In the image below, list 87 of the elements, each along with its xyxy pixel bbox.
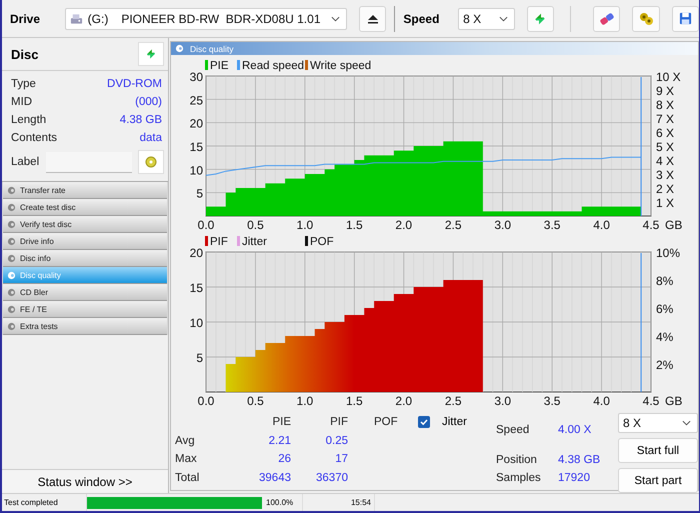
table-cell-text: 2.21	[268, 434, 292, 447]
x-axis-label: 1.0	[296, 218, 314, 231]
right-axis-label: 1 X	[656, 196, 674, 210]
x-axis-label: 2.0	[395, 218, 412, 231]
table-cell-text: 0.25	[324, 434, 349, 447]
column-header: PIE	[271, 416, 292, 428]
x-axis-label: 1.5	[346, 394, 363, 407]
right-axis-label: 2%	[656, 358, 674, 372]
field-value: data	[140, 132, 162, 144]
reading-value: 4.38 GB	[558, 454, 602, 466]
right-axis-label: 6 X	[656, 126, 674, 140]
speed-label: Speed	[403, 12, 440, 26]
reading-value: 17920	[558, 472, 591, 484]
x-axis-label: 4.5	[642, 218, 660, 231]
field-value: (000)	[135, 96, 162, 108]
jitter-label: Jitter	[442, 416, 467, 428]
x-axis-label: 0.5	[247, 218, 264, 231]
right-axis-label: 4 X	[656, 154, 674, 168]
right-axis-label: 10%	[656, 246, 680, 260]
y-axis-label: 10	[190, 316, 203, 330]
x-axis-label: 3.5	[544, 218, 560, 231]
x-axis-label: 4.0	[593, 394, 610, 407]
field-label: Type	[11, 78, 36, 90]
right-axis-label: 2 X	[656, 182, 674, 196]
x-axis-label: 0.0	[198, 218, 214, 231]
x-axis-label: 4.0	[593, 218, 610, 231]
right-axis-label: 8%	[656, 274, 674, 288]
disc-title: Disc	[11, 46, 38, 62]
legend-label: Write speed	[310, 60, 372, 72]
x-axis-label: 3.0	[494, 394, 511, 407]
legend-label: POF	[310, 236, 334, 248]
x-axis-label: 2.5	[444, 218, 462, 231]
row-label: Avg	[175, 434, 196, 447]
field-label: Label	[11, 156, 40, 168]
column-header: PIF	[329, 416, 349, 428]
field-label: Length	[11, 114, 46, 126]
field-value: 4.38 GB	[120, 114, 162, 126]
reading-label: Speed	[496, 424, 530, 436]
y-axis-label: 20	[190, 116, 203, 131]
legend-label: PIF	[210, 236, 228, 248]
x-axis-label: 2.5	[444, 394, 462, 407]
table-cell-text: 26	[277, 453, 292, 466]
legend-label: PIE	[210, 60, 229, 72]
right-axis-label: 7 X	[656, 112, 674, 126]
right-axis-label: 5 X	[656, 140, 674, 154]
y-axis-label: 5	[196, 351, 203, 365]
x-axis-label: 1.0	[296, 394, 314, 407]
x-axis-label: 3.0	[494, 218, 511, 231]
y-axis-label: 30	[190, 70, 203, 84]
y-axis-label: 10	[190, 163, 203, 178]
table-cell-text: 17	[334, 453, 349, 466]
x-axis-label: 1.5	[346, 218, 363, 231]
legend-label: Read speed	[242, 60, 304, 72]
right-axis-label: 3 X	[656, 168, 674, 182]
right-axis-label: 4%	[656, 330, 674, 344]
row-label: Max	[175, 453, 198, 466]
x-axis-unit: GB	[665, 218, 682, 231]
reading-label: Position	[496, 454, 538, 466]
x-axis-unit: GB	[665, 394, 682, 407]
x-axis-label: 2.0	[395, 394, 412, 407]
table-cell-text: 36370	[315, 472, 349, 484]
x-axis-label: 0.0	[198, 394, 214, 407]
field-value: DVD-ROM	[107, 78, 162, 90]
row-label: Total	[175, 472, 200, 484]
table-cell-text: 39643	[258, 472, 292, 484]
right-axis-label: 10 X	[656, 70, 681, 84]
y-axis-label: 15	[190, 281, 203, 295]
reading-value: 4.00 X	[558, 424, 592, 436]
y-axis-label: 20	[190, 246, 203, 260]
field-label: Contents	[11, 132, 58, 144]
reading-label: Samples	[496, 472, 542, 484]
x-axis-label: 4.5	[642, 394, 660, 407]
x-axis-label: 3.5	[544, 394, 560, 407]
y-axis-label: 5	[196, 186, 203, 201]
legend-label: Jitter	[242, 236, 267, 248]
y-axis-label: 25	[190, 93, 203, 108]
field-label: MID	[11, 96, 32, 108]
right-axis-label: 9 X	[656, 84, 674, 98]
right-axis-label: 8 X	[656, 98, 674, 112]
elapsed-time: 15:54	[303, 494, 375, 511]
column-header: POF	[373, 416, 399, 428]
panel-title: Disc quality	[190, 44, 234, 54]
drive-label: Drive	[10, 12, 42, 26]
x-axis-label: 0.5	[247, 394, 264, 407]
y-axis-label: 15	[190, 140, 203, 154]
right-axis-label: 6%	[656, 302, 674, 316]
progress-percent: 100.0%	[264, 494, 303, 511]
